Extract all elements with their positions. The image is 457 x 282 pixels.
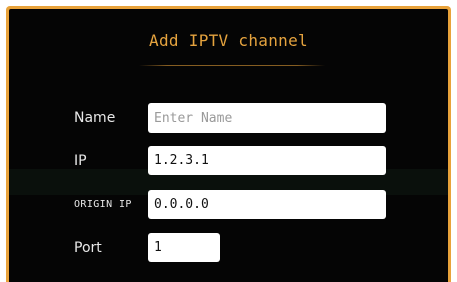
port-input[interactable] bbox=[148, 233, 220, 262]
origin-ip-input[interactable] bbox=[148, 190, 386, 219]
name-label: Name bbox=[74, 110, 116, 126]
name-input[interactable] bbox=[148, 103, 386, 133]
ip-label: IP bbox=[74, 153, 87, 169]
add-iptv-dialog: Add IPTV channel Name IP ORIGIN IP Port bbox=[9, 9, 448, 282]
title-divider bbox=[139, 65, 325, 66]
dialog-title: Add IPTV channel bbox=[149, 31, 308, 50]
ip-input[interactable] bbox=[148, 146, 386, 175]
port-label: Port bbox=[74, 240, 102, 256]
origin-ip-label: ORIGIN IP bbox=[74, 199, 132, 210]
